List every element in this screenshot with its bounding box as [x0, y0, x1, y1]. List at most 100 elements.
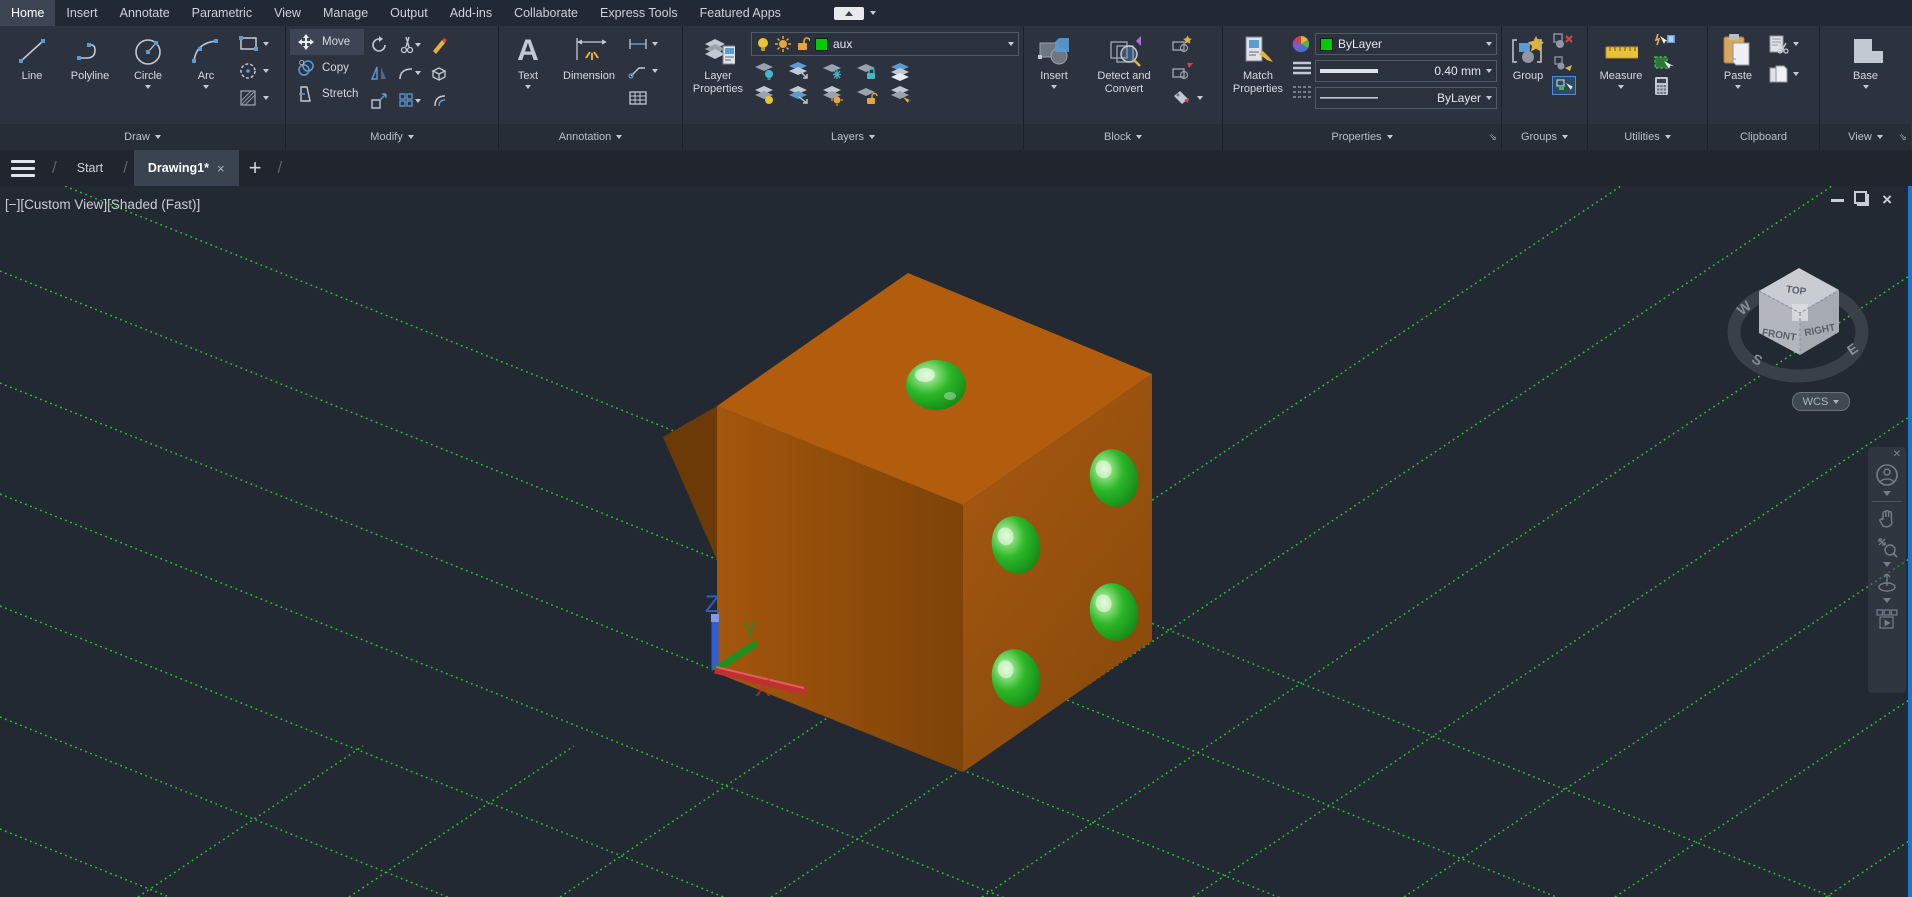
navigation-wheel-icon[interactable] — [1874, 460, 1900, 490]
object-color-dropdown[interactable]: ByLayer — [1315, 33, 1497, 55]
tab-featured-apps[interactable]: Featured Apps — [689, 0, 792, 26]
tab-collaborate[interactable]: Collaborate — [503, 0, 589, 26]
select-similar-icon[interactable] — [1652, 54, 1676, 72]
insert-dropdown-icon[interactable] — [1051, 85, 1057, 89]
orbit-icon[interactable] — [1874, 569, 1900, 597]
text-button[interactable]: A Text — [503, 30, 553, 124]
quick-select-icon[interactable] — [1652, 32, 1676, 50]
color-dropdown-caret-icon[interactable] — [1486, 42, 1492, 46]
linetype-icon[interactable] — [1291, 84, 1313, 102]
tab-view[interactable]: View — [263, 0, 312, 26]
zoom-dropdown-icon[interactable] — [1883, 562, 1891, 567]
ribbon-minimize-caret-icon[interactable] — [870, 11, 876, 15]
insert-button[interactable]: Insert — [1028, 30, 1080, 124]
layer-off-icon[interactable] — [753, 59, 777, 81]
attributes-dropdown-icon[interactable] — [1197, 96, 1203, 100]
panel-label-clipboard[interactable]: Clipboard — [1708, 124, 1819, 150]
rectangle-button[interactable] — [236, 32, 271, 56]
color-wheel-icon[interactable] — [1291, 34, 1311, 54]
match-properties-button[interactable]: MatchProperties — [1227, 30, 1289, 124]
leader-dropdown-icon[interactable] — [652, 69, 658, 73]
panel-label-block[interactable]: Block — [1024, 124, 1222, 150]
base-dropdown-icon[interactable] — [1863, 85, 1869, 89]
cut-dropdown-icon[interactable] — [1793, 42, 1799, 46]
tab-manage[interactable]: Manage — [312, 0, 379, 26]
paste-dropdown-icon[interactable] — [1735, 85, 1741, 89]
stretch-button[interactable]: Stretch — [290, 81, 364, 107]
measure-dropdown-icon[interactable] — [1618, 85, 1624, 89]
arc-button[interactable]: Arc — [178, 30, 234, 124]
zoom-icon[interactable] — [1874, 533, 1900, 561]
tab-insert[interactable]: Insert — [55, 0, 108, 26]
view-launcher-icon[interactable]: ⇘ — [1899, 132, 1907, 143]
layer-match-icon[interactable] — [889, 59, 913, 81]
edit-attributes-button[interactable] — [1168, 86, 1205, 110]
menu-hamburger-icon[interactable] — [0, 150, 46, 186]
fillet-button[interactable] — [397, 63, 421, 83]
detect-convert-button[interactable]: Detect andConvert — [1082, 30, 1166, 124]
edit-block-button[interactable] — [1168, 59, 1205, 83]
tab-annotate[interactable]: Annotate — [109, 0, 181, 26]
layer-dropdown-caret-icon[interactable] — [1008, 42, 1014, 46]
panel-label-annotation[interactable]: Annotation — [499, 124, 682, 150]
scale-icon[interactable] — [369, 91, 389, 111]
dice-solid[interactable] — [663, 273, 1152, 772]
show-motion-icon[interactable] — [1874, 605, 1900, 633]
rectangle-dropdown-icon[interactable] — [263, 42, 269, 46]
layer-thaw-all-icon[interactable] — [821, 84, 845, 106]
layer-isolate-icon[interactable] — [787, 59, 811, 81]
leader-button[interactable] — [625, 59, 660, 83]
layer-previous-icon[interactable] — [787, 84, 811, 106]
close-icon[interactable]: × — [1882, 194, 1892, 206]
linetype-dropdown[interactable]: ByLayer — [1315, 87, 1497, 109]
restore-icon[interactable] — [1857, 194, 1869, 206]
polyline-button[interactable]: Polyline — [62, 30, 118, 124]
group-selection-toggle[interactable] — [1552, 76, 1576, 95]
arc-dropdown-icon[interactable] — [203, 85, 209, 89]
ribbon-minimize-button[interactable] — [834, 7, 864, 20]
paste-button[interactable]: Paste — [1712, 30, 1764, 124]
table-button[interactable] — [625, 86, 660, 110]
minimize-icon[interactable] — [1831, 199, 1844, 202]
move-button[interactable]: Move — [290, 29, 364, 55]
tab-express-tools[interactable]: Express Tools — [589, 0, 689, 26]
lineweight-dropdown[interactable]: 0.40 mm — [1315, 60, 1497, 82]
line-button[interactable]: Line — [4, 30, 60, 124]
group-edit-icon[interactable] — [1552, 54, 1574, 72]
quick-calc-icon[interactable] — [1652, 76, 1672, 96]
tab-home[interactable]: Home — [0, 0, 55, 26]
trim-button[interactable] — [397, 35, 421, 55]
lineweight-dropdown-caret-icon[interactable] — [1486, 69, 1492, 73]
linetype-dropdown-caret-icon[interactable] — [1486, 96, 1492, 100]
lineweight-icon[interactable] — [1291, 60, 1313, 78]
fillet-dropdown-icon[interactable] — [415, 71, 421, 75]
dimension-style-button[interactable] — [625, 32, 660, 56]
hatch-button[interactable] — [236, 86, 271, 110]
measure-button[interactable]: Measure — [1592, 30, 1650, 124]
properties-launcher-icon[interactable]: ⇘ — [1489, 132, 1497, 143]
explode-icon[interactable] — [429, 63, 449, 83]
panel-label-groups[interactable]: Groups — [1502, 124, 1587, 150]
text-dropdown-icon[interactable] — [525, 85, 531, 89]
tab-drawing1[interactable]: Drawing1* × — [134, 150, 239, 186]
panel-label-utilities[interactable]: Utilities — [1588, 124, 1707, 150]
panel-label-layers[interactable]: Layers — [683, 124, 1023, 150]
layer-unlock-all-icon[interactable] — [855, 84, 879, 106]
close-drawing-tab-icon[interactable]: × — [217, 161, 225, 176]
wcs-dropdown[interactable]: WCS — [1792, 392, 1850, 411]
navigation-bar[interactable]: ✕ — [1868, 447, 1906, 693]
pan-icon[interactable] — [1874, 505, 1900, 533]
copy-clip-dropdown-icon[interactable] — [1793, 72, 1799, 76]
group-button[interactable]: Group — [1506, 30, 1550, 124]
panel-label-view[interactable]: View ⇘ — [1820, 124, 1911, 150]
viewport-controls-label[interactable]: [−][Custom View][Shaded (Fast)] — [5, 197, 200, 212]
layer-dropdown[interactable]: aux — [751, 32, 1019, 56]
erase-icon[interactable] — [429, 35, 449, 55]
layer-freeze-icon[interactable] — [821, 59, 845, 81]
ungroup-icon[interactable] — [1552, 32, 1574, 50]
array-dropdown-icon[interactable] — [415, 99, 421, 103]
donut-dropdown-icon[interactable] — [263, 69, 269, 73]
create-block-button[interactable] — [1168, 32, 1205, 56]
layer-lock-icon[interactable] — [855, 59, 879, 81]
dim-dropdown-icon[interactable] — [652, 42, 658, 46]
